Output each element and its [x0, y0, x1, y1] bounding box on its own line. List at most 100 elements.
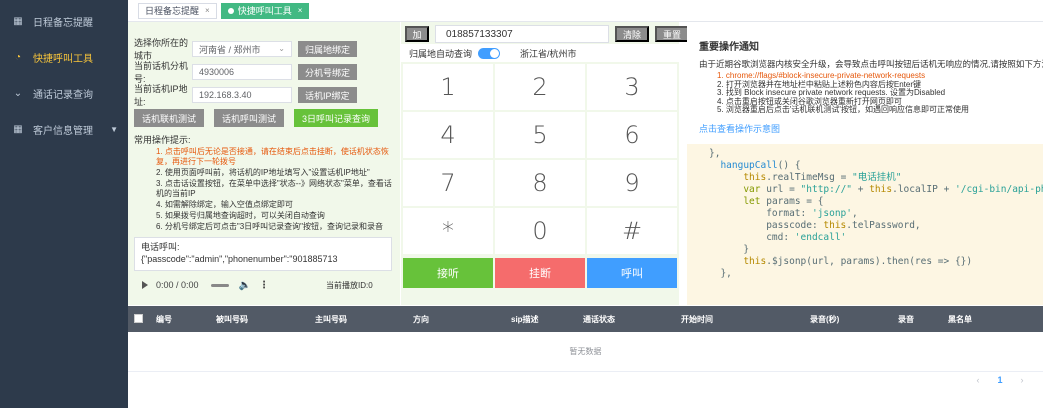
bind-city-button[interactable]: 归属地绑定: [298, 41, 358, 57]
close-icon[interactable]: ×: [298, 6, 303, 15]
key-6[interactable]: 6: [587, 112, 677, 158]
clear-button[interactable]: 清除: [615, 26, 649, 42]
auto-query-label: 归属地自动查询: [409, 48, 473, 59]
tip-item: 6. 分机号绑定后可点击"3日呼叫记录查询"按钮，查询记录和录音: [156, 222, 384, 231]
bind-ip-button[interactable]: 话机IP绑定: [298, 87, 357, 103]
notice-step: 5. 浏览器重启后点击'话机联机测试'按钮，如遇回响应信息即可正常使用: [717, 105, 969, 114]
code-string: 电话挂机: [857, 172, 896, 183]
sidebar-item-label: 客户信息管理: [33, 125, 93, 137]
sidebar-item-schedule[interactable]: ▦ 日程备忘提醒: [0, 3, 128, 39]
key-7[interactable]: 7: [403, 160, 493, 206]
col-header: sip描述: [511, 315, 539, 324]
city-select-value: 河南省 / 郑州市: [199, 44, 261, 55]
add-button[interactable]: 加: [405, 26, 429, 42]
select-all-checkbox[interactable]: [134, 314, 143, 323]
code-fn: hangupCall: [720, 160, 778, 171]
key-hash[interactable]: #: [587, 208, 677, 254]
code-snippet: }, hangupCall() { this.realTimeMsg = "电话…: [687, 144, 1043, 305]
chevron-down-icon: ⌄: [278, 44, 285, 53]
hangup-button[interactable]: 挂断: [495, 258, 585, 288]
call-button[interactable]: 呼叫: [587, 258, 677, 288]
tab-label: 日程备忘提醒: [145, 6, 200, 16]
city-select[interactable]: 河南省 / 郑州市 ⌄: [192, 41, 292, 57]
config-panel: 选择你所在的城市 河南省 / 郑州市 ⌄ 归属地绑定 当前话机分机号: 4930…: [128, 22, 400, 305]
col-header: 录音: [898, 315, 914, 324]
col-header: 通话状态: [583, 315, 615, 324]
dialer-panel: 加 018857133307 清除 重置 归属地自动查询 浙江省/杭州市 1 2…: [401, 22, 689, 305]
sidebar-item-call-records[interactable]: ⌄ 通话记录查询: [0, 75, 128, 111]
sidebar: ▦ 日程备忘提醒 ◔ 快捷呼叫工具 ⌄ 通话记录查询 ▦ 客户信息管理 ▼: [0, 0, 128, 408]
main-content: 选择你所在的城市 河南省 / 郑州市 ⌄ 归属地绑定 当前话机分机号: 4930…: [128, 22, 1043, 408]
prev-page-icon[interactable]: ‹: [970, 373, 986, 387]
ext-input[interactable]: 4930006: [192, 64, 292, 80]
sidebar-item-quick-call[interactable]: ◔ 快捷呼叫工具: [0, 39, 128, 75]
notice-diagram-link[interactable]: 点击查看操作示意图: [699, 122, 780, 135]
active-dot-icon: [227, 7, 234, 14]
notice-desc: 由于近期谷歌浏览器内核安全升级，会导致点击呼叫按钮后话机无响应的情况,请按照如下…: [699, 59, 1043, 69]
tip-item: 3. 点击话设置按钮，在菜单中选择"状态--》网络状态"菜单，查看话机的当前IP: [156, 179, 392, 198]
chevron-down-icon: ▼: [110, 124, 118, 134]
key-3[interactable]: 3: [587, 64, 677, 110]
key-2[interactable]: 2: [495, 64, 585, 110]
notice-steps: 1. chrome://flags/#block-insecure-privat…: [717, 71, 1037, 115]
col-header: 主叫号码: [315, 315, 347, 324]
code-string: "http://": [800, 184, 853, 195]
tips-title: 常用操作提示:: [134, 135, 191, 145]
sidebar-item-label: 日程备忘提醒: [33, 17, 93, 29]
more-icon[interactable]: ⋮: [259, 280, 269, 291]
audio-player: 0:00 / 0:00 🔈 ⋮: [134, 275, 304, 295]
tab-label: 快捷呼叫工具: [237, 6, 292, 16]
key-9[interactable]: 9: [587, 160, 677, 206]
auto-query-toggle[interactable]: [478, 47, 501, 59]
call-log-textarea[interactable]: 电话呼叫: {"passcode":"admin","phonenumber":…: [134, 237, 392, 271]
bind-ext-button[interactable]: 分机号绑定: [298, 64, 358, 80]
sidebar-item-customers[interactable]: ▦ 客户信息管理 ▼: [0, 111, 128, 147]
call-actions: 接听 挂断 呼叫: [403, 258, 677, 288]
key-1[interactable]: 1: [403, 64, 493, 110]
code-string: 'endcall': [794, 232, 847, 243]
test-link-button[interactable]: 话机联机测试: [134, 109, 205, 127]
tip-item: 4. 如需解除绑定，输入空值点绑定即可: [156, 200, 293, 209]
key-4[interactable]: 4: [403, 112, 493, 158]
sidebar-item-label: 通话记录查询: [33, 89, 93, 101]
code-string: '/cgi-bin/api-phone_: [955, 184, 1043, 195]
col-header: 录音(秒): [810, 315, 840, 324]
records-button[interactable]: 3日呼叫记录查询: [294, 109, 379, 127]
tab-quick-call[interactable]: 快捷呼叫工具 ×: [220, 2, 310, 19]
key-0[interactable]: 0: [495, 208, 585, 254]
ip-row: 当前话机IP地址: 192.168.3.40 话机IP绑定: [134, 82, 357, 108]
reset-button[interactable]: 重置: [655, 26, 689, 42]
audio-progress[interactable]: [210, 283, 229, 287]
phone-number-input[interactable]: 018857133307: [435, 25, 609, 43]
close-icon[interactable]: ×: [205, 6, 210, 15]
ip-label: 当前话机IP地址:: [134, 84, 188, 107]
col-header: 编号: [156, 315, 172, 324]
tab-schedule[interactable]: 日程备忘提醒 ×: [138, 2, 217, 19]
volume-icon[interactable]: 🔈: [239, 280, 251, 291]
play-id-label: 当前播放ID:0: [326, 281, 373, 290]
answer-button[interactable]: 接听: [403, 258, 493, 288]
ip-input[interactable]: 192.168.3.40: [192, 87, 292, 103]
tip-item: 5. 如果拨号归属地查询超时，可以关闭自动查询: [156, 211, 325, 220]
empty-state: 暂无数据: [128, 332, 1043, 372]
log-line: {"passcode":"admin","phonenumber":"90188…: [141, 254, 338, 264]
col-header: 开始时间: [681, 315, 713, 324]
notice-panel: 重要操作通知 由于近期谷歌浏览器内核安全升级，会导致点击呼叫按钮后话机无响应的情…: [687, 22, 1043, 142]
code-string: 'jsonp': [811, 208, 852, 219]
key-star[interactable]: *: [403, 208, 493, 254]
toggle-knob: [490, 48, 500, 58]
action-row: 话机联机测试 话机呼叫测试 3日呼叫记录查询: [134, 109, 388, 127]
key-8[interactable]: 8: [495, 160, 585, 206]
dialer-toolbar: 加 018857133307 清除 重置: [405, 25, 689, 43]
sidebar-item-label: 快捷呼叫工具: [33, 53, 93, 65]
next-page-icon[interactable]: ›: [1014, 373, 1030, 387]
col-header: 被叫号码: [216, 315, 248, 324]
tips-list: 1. 点击呼叫后无论是否接通，请在结束后点击挂断，使话机状态恢复，再进行下一轮拨…: [156, 147, 392, 233]
test-call-button[interactable]: 话机呼叫测试: [214, 109, 285, 127]
play-icon[interactable]: [142, 281, 148, 289]
col-header: 方向: [413, 315, 429, 324]
notice-title: 重要操作通知: [699, 42, 759, 53]
key-5[interactable]: 5: [495, 112, 585, 158]
page-number[interactable]: 1: [992, 373, 1008, 387]
log-line: 电话呼叫:: [141, 242, 180, 252]
